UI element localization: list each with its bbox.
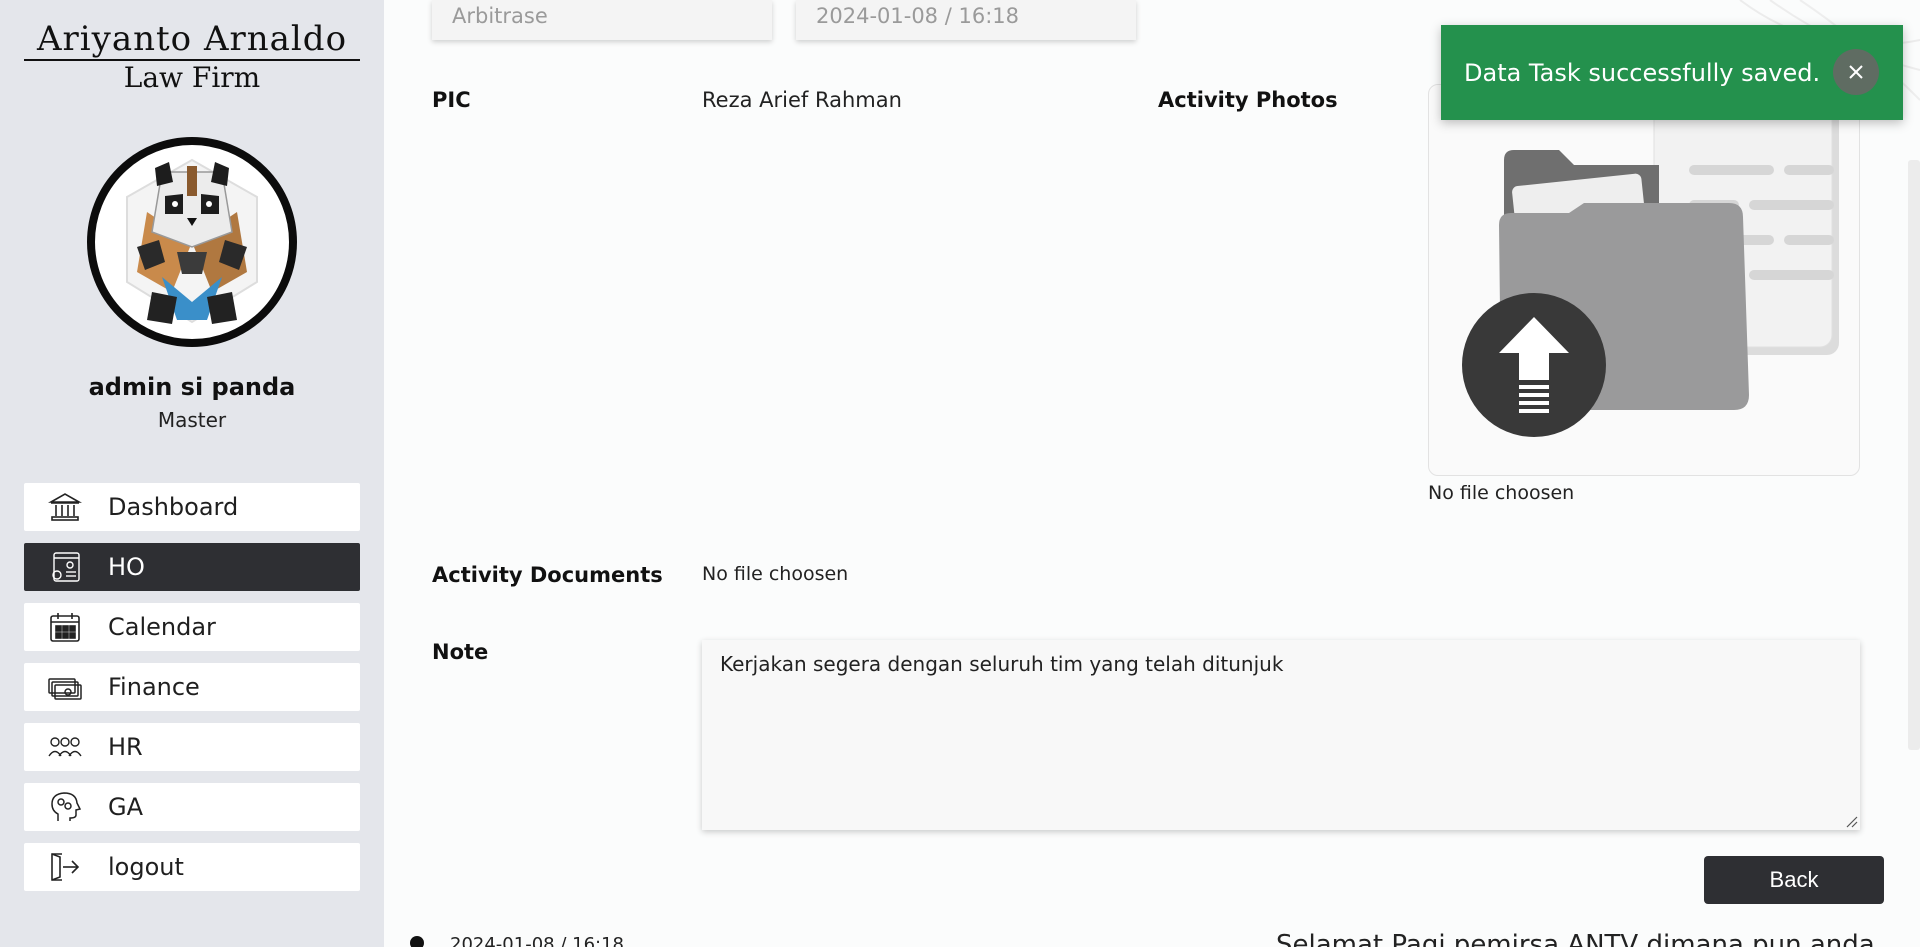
sidebar-item-label: HR [108, 733, 143, 761]
main-content: Arbitrase 2024-01-08 / 16:18 PIC Reza Ar… [384, 0, 1920, 947]
datetime-field[interactable]: 2024-01-08 / 16:18 [796, 0, 1136, 40]
head-gears-icon [46, 788, 84, 826]
resize-handle-icon[interactable] [1846, 816, 1858, 828]
calendar-icon [46, 608, 84, 646]
people-icon [46, 728, 84, 766]
close-icon [1849, 65, 1863, 79]
sidebar-item-label: Dashboard [108, 493, 239, 521]
sidebar: Ariyanto Arnaldo Law Firm admin si panda… [0, 0, 384, 947]
pic-label: PIC [432, 88, 471, 112]
money-icon [46, 668, 84, 706]
sidebar-item-label: HO [108, 553, 145, 581]
sidebar-item-hr[interactable]: HR [24, 723, 360, 771]
photos-file-status: No file choosen [1428, 482, 1575, 504]
note-label: Note [432, 640, 489, 664]
toast-message: Data Task successfully saved. [1464, 58, 1821, 87]
sidebar-item-ho[interactable]: HO [24, 543, 360, 591]
sidebar-item-calendar[interactable]: Calendar [24, 603, 360, 651]
firm-subtitle: Law Firm [123, 61, 261, 94]
sidebar-item-label: GA [108, 793, 144, 821]
user-role: Master [157, 408, 227, 432]
bank-icon [46, 488, 84, 526]
close-toast-button[interactable] [1833, 49, 1879, 95]
activity-documents-label: Activity Documents [432, 563, 663, 587]
logout-icon [46, 848, 84, 886]
sidebar-item-finance[interactable]: Finance [24, 663, 360, 711]
user-name: admin si panda [88, 373, 296, 401]
documents-file-status[interactable]: No file choosen [702, 563, 848, 585]
panda-avatar-image [126, 158, 258, 324]
category-field[interactable]: Arbitrase [432, 0, 772, 40]
note-textarea[interactable]: Kerjakan segera dengan seluruh tim yang … [702, 640, 1860, 830]
upload-folder-icon [1462, 94, 1839, 437]
sidebar-item-label: Calendar [108, 613, 216, 641]
activity-photos-label: Activity Photos [1158, 88, 1338, 112]
sidebar-nav: Dashboard HO Calendar Finance HR GA logo… [24, 483, 360, 903]
settings-document-icon [46, 548, 84, 586]
sidebar-item-logout[interactable]: logout [24, 843, 360, 891]
sidebar-item-label: Finance [108, 673, 200, 701]
back-button[interactable]: Back [1704, 856, 1884, 904]
avatar [87, 137, 297, 347]
firm-logo: Ariyanto Arnaldo Law Firm [24, 20, 360, 95]
firm-name: Ariyanto Arnaldo [24, 20, 360, 61]
sidebar-item-dashboard[interactable]: Dashboard [24, 483, 360, 531]
timeline-text: Selamat Pagi pemirsa ANTV dimana pun and… [1276, 930, 1875, 947]
success-toast: Data Task successfully saved. [1441, 25, 1903, 120]
sidebar-item-ga[interactable]: GA [24, 783, 360, 831]
pic-value: Reza Arief Rahman [702, 88, 902, 112]
timeline-date: 2024-01-08 / 16:18 [450, 934, 624, 947]
sidebar-item-label: logout [108, 853, 184, 881]
photo-upload-dropzone[interactable] [1428, 84, 1860, 476]
timeline-bullet [410, 936, 424, 947]
scrollbar[interactable] [1908, 160, 1920, 750]
